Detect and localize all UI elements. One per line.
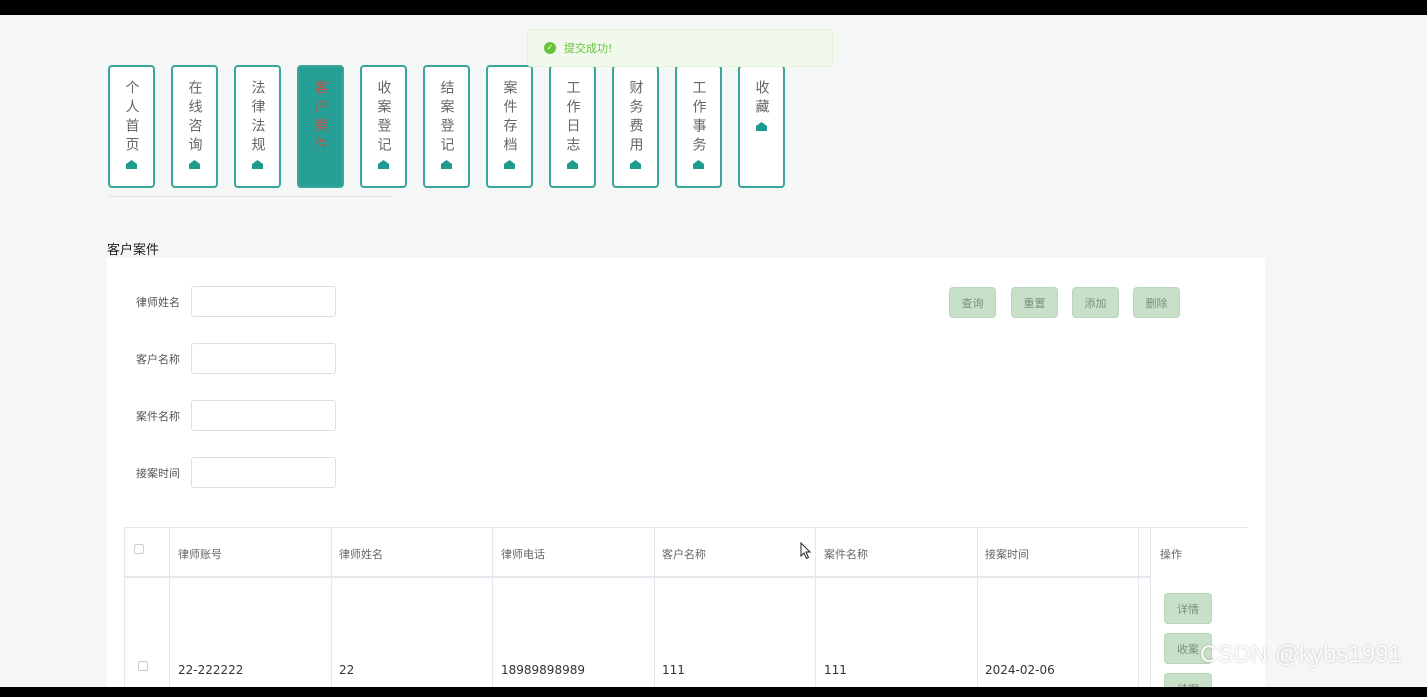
mouse-cursor-icon [800,542,812,560]
nav-item-label: 工作日志 [564,80,581,156]
nav-item-label: 在线咨询 [186,80,203,156]
details-button[interactable]: 详情 [1164,593,1212,624]
nav-item-case-closing[interactable]: 结案登记 [423,65,470,188]
nav-item-finance-fees[interactable]: 财务费用 [612,65,659,188]
nav-item-favorites[interactable]: 收藏 [738,65,785,188]
search-lawyer-name-row: 律师姓名 [136,286,336,317]
nav-item-personal-home[interactable]: 个人首页 [108,65,155,188]
search-client-name-row: 客户名称 [136,343,336,374]
nav-item-case-archive[interactable]: 案件存档 [486,65,533,188]
column-header: 律师姓名 [339,548,383,561]
success-toast: ✓ 提交成功! [527,29,833,67]
column-divider [654,528,655,687]
search-intake-time-input[interactable] [191,457,336,488]
check-circle-icon: ✓ [544,42,556,54]
column-divider [815,528,816,687]
column-header: 操作 [1160,548,1182,561]
search-intake-time-label: 接案时间 [136,466,180,480]
nav-item-work-log[interactable]: 工作日志 [549,65,596,188]
column-header: 律师电话 [501,548,545,561]
column-header: 接案时间 [985,548,1029,561]
column-divider [1138,528,1139,687]
nav-item-label: 收案登记 [375,80,392,156]
add-button[interactable]: 添加 [1072,287,1119,318]
search-case-name-input[interactable] [191,400,336,431]
select-all-checkbox[interactable] [134,544,144,554]
reset-button[interactable]: 重置 [1011,287,1058,318]
column-header: 律师账号 [178,548,222,561]
table-cell: 22-222222 [178,663,244,677]
table-cell: 111 [824,663,847,677]
row-checkbox[interactable] [138,661,148,671]
query-button[interactable]: 查询 [949,287,996,318]
nav-item-label: 工作事务 [690,80,707,156]
nav-item-client-cases[interactable]: 客户案件 [297,65,344,188]
home-icon [567,160,578,169]
table-cell: 2024-02-06 [985,663,1055,677]
nav-item-label: 收藏 [753,80,770,118]
search-intake-time-row: 接案时间 [136,457,336,488]
page-title: 客户案件 [107,243,160,258]
search-lawyer-name-input[interactable] [191,286,336,317]
column-header: 客户名称 [662,548,706,561]
table-cell: 22 [339,663,355,677]
column-header: 案件名称 [824,548,868,561]
home-icon [630,160,641,169]
column-divider [331,528,332,687]
nav-divider [108,196,392,197]
csdn-watermark: CSDN @kybs1991 [1200,641,1402,668]
home-icon [189,160,200,169]
column-divider [492,528,493,687]
nav-item-label: 客户案件 [312,80,329,156]
home-icon [693,160,704,169]
column-divider [977,528,978,687]
home-icon [378,160,389,169]
close-case-button[interactable]: 结案 [1164,673,1212,687]
toast-message: 提交成功! [564,42,613,55]
home-icon [441,160,452,169]
nav-item-work-affairs[interactable]: 工作事务 [675,65,722,188]
nav-item-label: 法律法规 [249,80,266,156]
delete-button[interactable]: 删除 [1133,287,1180,318]
search-lawyer-name-label: 律师姓名 [136,295,180,309]
nav-item-case-intake[interactable]: 收案登记 [360,65,407,188]
search-client-name-input[interactable] [191,343,336,374]
table-cell: 111 [662,663,685,677]
table-cell: 18989898989 [501,663,585,677]
nav-item-label: 案件存档 [501,80,518,156]
nav-item-label: 财务费用 [627,80,644,156]
home-icon [504,160,515,169]
nav-item-label: 结案登记 [438,80,455,156]
search-case-name-row: 案件名称 [136,400,336,431]
app-screen: ✓ 提交成功! 个人首页 在线咨询 法律法规 客户案件 收案登记 结案登记 案件… [0,15,1427,687]
search-client-name-label: 客户名称 [136,352,180,366]
cases-table: 律师账号 律师姓名 律师电话 客户名称 案件名称 接案时间 22-222222 … [124,527,1248,687]
content-panel: 律师姓名 客户名称 案件名称 接案时间 查询 重置 添加 删除 律师账号 律师姓… [107,258,1265,687]
home-icon [126,160,137,169]
nav-item-laws[interactable]: 法律法规 [234,65,281,188]
nav-item-label: 个人首页 [123,80,140,156]
home-icon [756,122,767,131]
search-case-name-label: 案件名称 [136,409,180,423]
home-icon [252,160,263,169]
nav-item-online-consult[interactable]: 在线咨询 [171,65,218,188]
column-divider [169,528,170,687]
